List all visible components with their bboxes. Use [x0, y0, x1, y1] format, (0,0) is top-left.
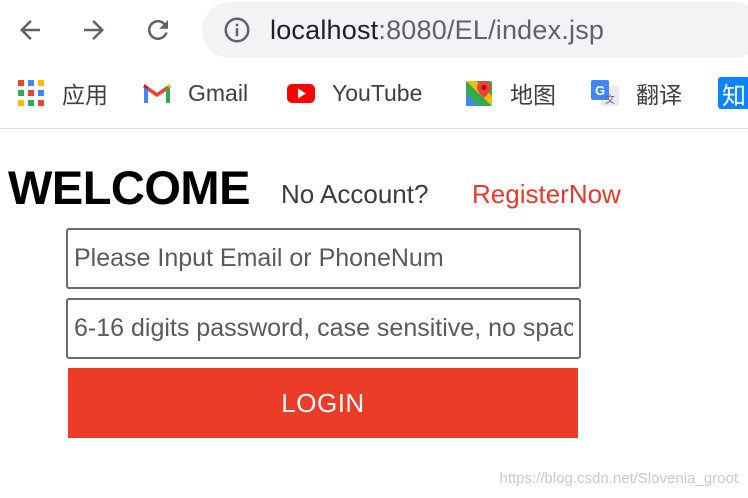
login-button[interactable]: LOGIN	[68, 368, 578, 438]
url-text[interactable]: localhost:8080/EL/index.jsp	[270, 14, 604, 46]
gmail-icon	[142, 78, 172, 108]
bookmark-gmail[interactable]: Gmail	[142, 76, 248, 110]
url-host: localhost	[270, 15, 379, 45]
password-input[interactable]	[66, 298, 581, 359]
browser-toolbar: localhost:8080/EL/index.jsp	[0, 0, 748, 62]
no-account-text: No Account?	[281, 179, 429, 209]
svg-text:文: 文	[605, 93, 615, 106]
bookmark-label: 地图	[510, 82, 556, 108]
bookmark-apps[interactable]: 应用	[16, 76, 108, 110]
svg-text:G: G	[595, 83, 605, 98]
zhihu-icon: 知	[718, 77, 748, 110]
bookmark-label: Gmail	[188, 79, 249, 106]
back-arrow-icon[interactable]	[10, 10, 50, 50]
reload-icon[interactable]	[138, 10, 178, 50]
bookmarks-bar: 应用 Gmail YouTube 地图 G 文 翻译 知	[0, 62, 748, 129]
youtube-icon	[286, 78, 316, 108]
page-title: WELCOME	[8, 161, 250, 214]
bookmark-maps[interactable]: 地图	[464, 76, 556, 110]
info-icon[interactable]	[222, 15, 252, 45]
bookmark-label: 应用	[62, 82, 108, 108]
bookmark-zhihu[interactable]: 知	[718, 76, 748, 110]
maps-icon	[464, 78, 494, 108]
bookmark-label: YouTube	[332, 79, 423, 106]
bookmark-youtube[interactable]: YouTube	[286, 76, 422, 110]
register-now-link[interactable]: RegisterNow	[472, 178, 621, 210]
bookmark-translate[interactable]: G 文 翻译	[590, 76, 682, 110]
forward-arrow-icon[interactable]	[74, 10, 114, 50]
address-bar[interactable]: localhost:8080/EL/index.jsp	[202, 2, 748, 58]
bookmark-label: 翻译	[636, 82, 682, 108]
watermark: https://blog.csdn.net/Slovenia_groot	[499, 470, 739, 487]
translate-icon: G 文	[590, 78, 620, 108]
email-phone-input[interactable]	[66, 228, 581, 289]
apps-grid-icon	[16, 78, 46, 108]
url-path: :8080/EL/index.jsp	[378, 15, 605, 45]
